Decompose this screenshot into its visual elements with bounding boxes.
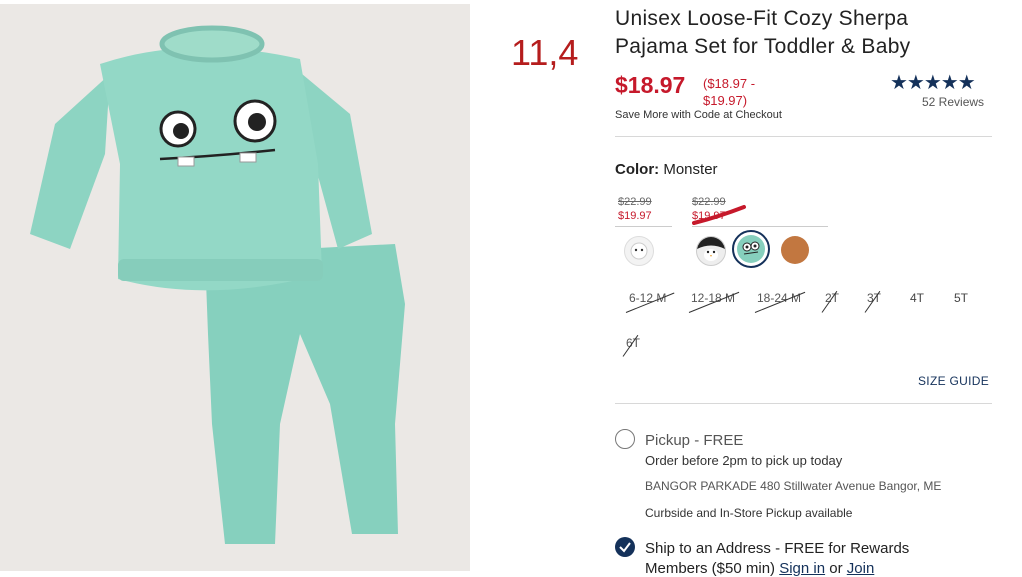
product-title: Unisex Loose-Fit Cozy Sherpa Pajama Set …: [615, 7, 911, 58]
product-details-panel: Unisex Loose-Fit Cozy Sherpa Pajama Set …: [615, 0, 993, 577]
ship-line2: Members ($50 min) Sign in or Join: [645, 560, 874, 577]
color-label-value: Monster: [663, 161, 718, 178]
group-1-old-price: $22.99: [618, 196, 652, 208]
price-range: ($18.97 - $19.97): [703, 76, 756, 108]
color-label-key: Color:: [615, 161, 660, 178]
annotation-label: 11,4: [511, 32, 579, 73]
size-option[interactable]: 5T: [954, 291, 968, 305]
pickup-radio[interactable]: [615, 429, 635, 449]
group-1-new-price: $19.97: [618, 210, 652, 222]
ship-checkbox[interactable]: [615, 537, 635, 557]
red-scribble-mark: [692, 205, 746, 225]
size-option[interactable]: 4T: [910, 291, 924, 305]
divider: [615, 136, 992, 137]
promo-text: Save More with Code at Checkout: [615, 109, 782, 121]
checkmark-icon: [619, 542, 631, 553]
join-link[interactable]: Join: [847, 560, 875, 577]
ship-label[interactable]: Ship to an Address - FREE for Rewards: [645, 540, 909, 557]
store-name: BANGOR PARKADE: [645, 479, 757, 493]
store-address: 480 Stillwater Avenue Bangor, ME: [760, 479, 942, 493]
size-guide-link[interactable]: SIZE GUIDE: [918, 374, 989, 388]
rating-stars-icon[interactable]: ★★★★★: [890, 70, 976, 95]
color-label: Color: Monster: [615, 161, 718, 178]
price-group-1: $22.99 $19.97: [618, 195, 652, 223]
or-text: or: [829, 560, 843, 577]
swatch-brown-sherpa[interactable]: [781, 236, 809, 264]
signin-link[interactable]: Sign in: [779, 560, 825, 577]
divider: [615, 403, 992, 404]
ship-min-text: Members ($50 min): [645, 560, 776, 577]
swatch-penguin[interactable]: [696, 236, 726, 266]
sale-price: $18.97: [615, 72, 686, 98]
curbside-note: Curbside and In-Store Pickup available: [645, 506, 853, 520]
reviews-link[interactable]: 52 Reviews: [922, 95, 984, 109]
pickup-label[interactable]: Pickup - FREE: [645, 432, 743, 449]
swatch-monster[interactable]: [737, 235, 765, 263]
group-1-underline: [615, 226, 672, 227]
store-info: BANGOR PARKADE 480 Stillwater Avenue Ban…: [645, 479, 941, 493]
swatch-polar-bear[interactable]: [624, 236, 654, 266]
product-image[interactable]: [0, 4, 470, 571]
pickup-note: Order before 2pm to pick up today: [645, 453, 843, 468]
